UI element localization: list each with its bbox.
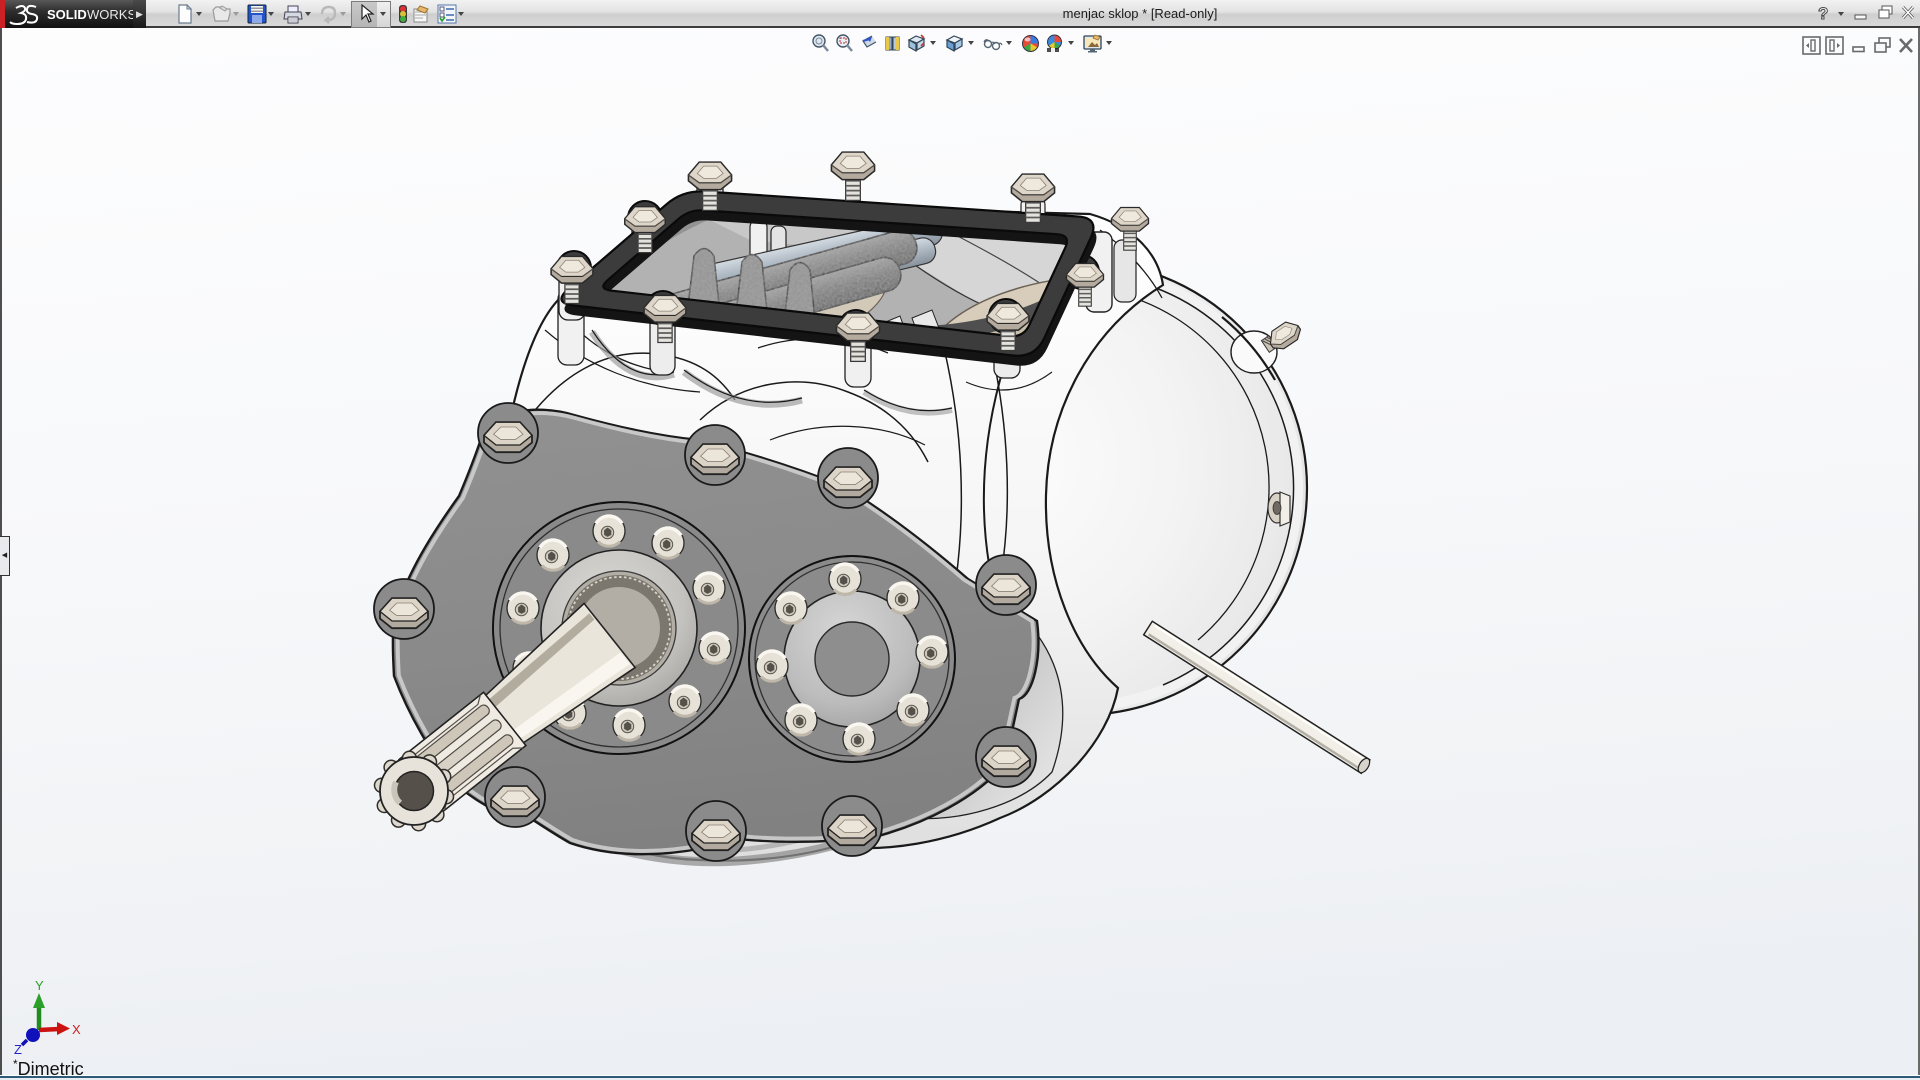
svg-text:?: ? (1818, 4, 1828, 23)
svg-text:X: X (72, 1022, 81, 1037)
svg-text:WORKS: WORKS (87, 7, 133, 22)
svg-text:SOLID: SOLID (47, 7, 87, 22)
svg-text:Y: Y (35, 978, 44, 993)
svg-text:Z: Z (14, 1042, 22, 1057)
